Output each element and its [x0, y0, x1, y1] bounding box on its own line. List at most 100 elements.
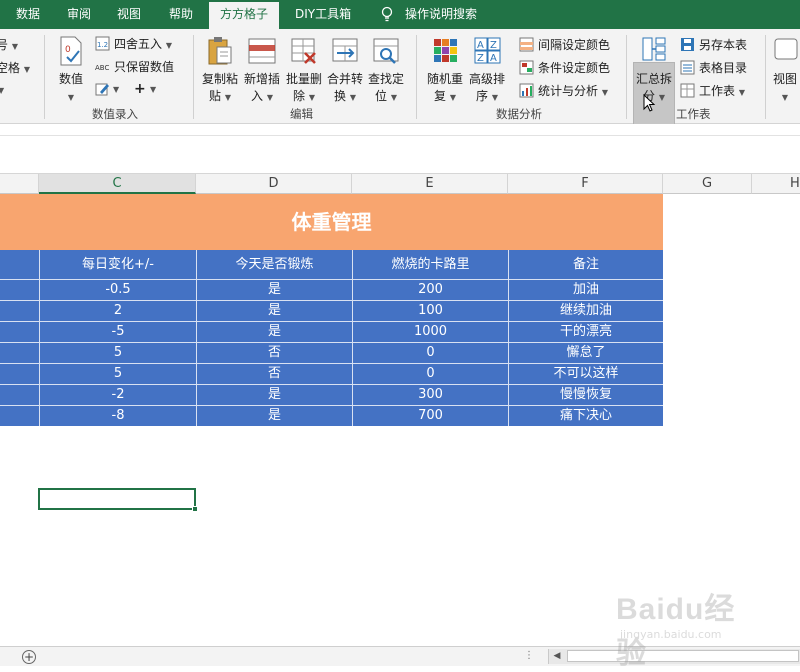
view-icon [774, 38, 798, 60]
insert-button[interactable]: 新增插入 ▼ [241, 33, 283, 103]
abc-icon: ABC [95, 64, 109, 72]
table-cell[interactable]: 5 [39, 343, 196, 363]
column-header-E[interactable]: E [352, 174, 508, 194]
edit-dropdown-button[interactable]: ▼ [95, 80, 135, 100]
tab-data[interactable]: 数据 [16, 0, 40, 29]
column-header-H[interactable]: H [752, 174, 800, 194]
edit-icon [95, 83, 109, 96]
header-cell[interactable]: 每日变化+/- [39, 250, 196, 279]
table-cell[interactable]: -0.5 [39, 280, 196, 300]
table-cell[interactable]: 2 [39, 301, 196, 321]
batch-delete-button[interactable]: 批量删除 ▼ [283, 33, 325, 103]
table-cell[interactable]: 是 [196, 322, 352, 342]
table-cell[interactable]: 700 [352, 406, 508, 426]
round-icon: 1.2 [95, 36, 110, 51]
tab-help[interactable]: 帮助 [169, 0, 193, 29]
table-cell[interactable]: 100 [352, 301, 508, 321]
table-cell[interactable]: 300 [352, 385, 508, 405]
conditional-color-icon [519, 60, 534, 75]
svg-text:A: A [477, 40, 484, 51]
table-row: -2 是 300 慢慢恢复 [0, 384, 663, 405]
delete-grid-icon [291, 38, 316, 64]
table-cell[interactable]: 慢慢恢复 [508, 385, 663, 405]
table-cell[interactable]: 0 [352, 364, 508, 384]
keep-numeric-button[interactable]: ABC 只保留数值 [95, 57, 185, 77]
plus-dropdown-button[interactable]: + ▼ [134, 80, 164, 100]
random-repeat-button[interactable]: 随机重复 ▼ [424, 33, 466, 103]
table-cell[interactable]: 加油 [508, 280, 663, 300]
table-row: 5 否 0 不可以这样 [0, 363, 663, 384]
numeric-button[interactable]: 0 数值 ▼ [52, 33, 90, 103]
tab-view[interactable]: 视图 [117, 0, 141, 29]
table-cell[interactable]: 痛下决心 [508, 406, 663, 426]
merge-convert-button[interactable]: 合并转换 ▼ [325, 33, 365, 103]
column-header-D[interactable]: D [196, 174, 352, 194]
ribbon-partial-2[interactable]: 空格 ▼ [0, 60, 30, 78]
advanced-sort-button[interactable]: A Z Z A 高级排序 ▼ [466, 33, 508, 103]
catalog-icon [680, 60, 695, 75]
clipboard-icon [208, 37, 232, 65]
table-cell[interactable]: 不可以这样 [508, 364, 663, 384]
table-cell[interactable]: 是 [196, 301, 352, 321]
table-header-row: 每日变化+/- 今天是否锻炼 燃烧的卡路里 备注 [0, 250, 663, 279]
sort-az-icon: A Z Z A [474, 37, 501, 64]
table-cell[interactable]: -5 [39, 322, 196, 342]
view-button[interactable]: 视图 ▼ [770, 33, 800, 103]
find-locate-button[interactable]: 查找定位 ▼ [365, 33, 407, 103]
table-cell[interactable]: 1000 [352, 322, 508, 342]
column-header-B[interactable] [0, 174, 39, 194]
table-cell[interactable]: -2 [39, 385, 196, 405]
table-cell[interactable]: -8 [39, 406, 196, 426]
table-cell[interactable]: 是 [196, 385, 352, 405]
sheet-title-cell[interactable]: 体重管理 [0, 194, 663, 250]
tab-review[interactable]: 审阅 [67, 0, 91, 29]
ribbon-partial-1[interactable]: 号 ▼ [0, 37, 18, 55]
tab-diy-toolbox[interactable]: DIY工具箱 [295, 0, 351, 29]
table-cell[interactable]: 200 [352, 280, 508, 300]
table-row: -0.5 是 200 加油 [0, 279, 663, 300]
scroll-left-icon[interactable]: ◀ [551, 650, 563, 662]
tab-split-handle[interactable]: ⋮ [524, 650, 534, 661]
add-sheet-button[interactable]: + [22, 650, 36, 664]
mouse-cursor-icon [643, 94, 656, 112]
fill-handle[interactable] [192, 506, 198, 512]
random-color-icon [434, 39, 457, 62]
conditional-color-button[interactable]: 条件设定颜色 [519, 58, 619, 78]
table-row: -8 是 700 痛下决心 [0, 405, 663, 426]
selected-cell[interactable] [38, 488, 198, 512]
numeric-icon: 0 [60, 36, 82, 66]
header-cell[interactable]: 今天是否锻炼 [196, 250, 352, 279]
save-sheet-as-button[interactable]: 另存本表 [680, 35, 760, 55]
interval-color-button[interactable]: 间隔设定颜色 [519, 35, 619, 55]
tab-fangfang[interactable]: 方方格子 [209, 2, 280, 29]
lightbulb-icon [381, 6, 393, 22]
column-header-G[interactable]: G [663, 174, 752, 194]
copy-paste-button[interactable]: 复制粘贴 ▼ [199, 33, 241, 103]
round-button[interactable]: 1.2 四舍五入 ▼ [95, 34, 185, 54]
table-cell[interactable]: 5 [39, 364, 196, 384]
table-row: 5 否 0 懈怠了 [0, 342, 663, 363]
table-cell[interactable]: 是 [196, 406, 352, 426]
worksheet-dropdown-button[interactable]: 工作表 ▼ [680, 81, 760, 101]
worksheet-icon [680, 83, 695, 98]
ribbon-partial-caret[interactable]: ▼ [0, 83, 4, 99]
table-cell[interactable]: 否 [196, 343, 352, 363]
svg-text:0: 0 [65, 45, 71, 55]
column-header-C[interactable]: C [39, 174, 196, 194]
table-cell[interactable]: 干的漂亮 [508, 322, 663, 342]
summary-split-button[interactable]: 汇总拆分 ▼ [633, 33, 675, 103]
tell-me-search[interactable]: 操作说明搜索 [405, 0, 477, 29]
header-cell[interactable]: 燃烧的卡路里 [352, 250, 508, 279]
sheet-top-gap [0, 136, 800, 174]
header-cell[interactable]: 备注 [508, 250, 663, 279]
table-cell[interactable]: 继续加油 [508, 301, 663, 321]
table-cell[interactable]: 是 [196, 280, 352, 300]
ribbon: 号 ▼ 空格 ▼ ▼ 0 数值 ▼ 1.2 四舍五入 ▼ ABC 只保留数值 ▼ … [0, 29, 800, 130]
save-icon [681, 38, 694, 51]
column-header-F[interactable]: F [508, 174, 663, 194]
table-cell[interactable]: 0 [352, 343, 508, 363]
table-cell[interactable]: 懈怠了 [508, 343, 663, 363]
table-cell[interactable]: 否 [196, 364, 352, 384]
table-catalog-button[interactable]: 表格目录 [680, 58, 760, 78]
stats-analysis-button[interactable]: 统计与分析 ▼ [519, 81, 619, 101]
